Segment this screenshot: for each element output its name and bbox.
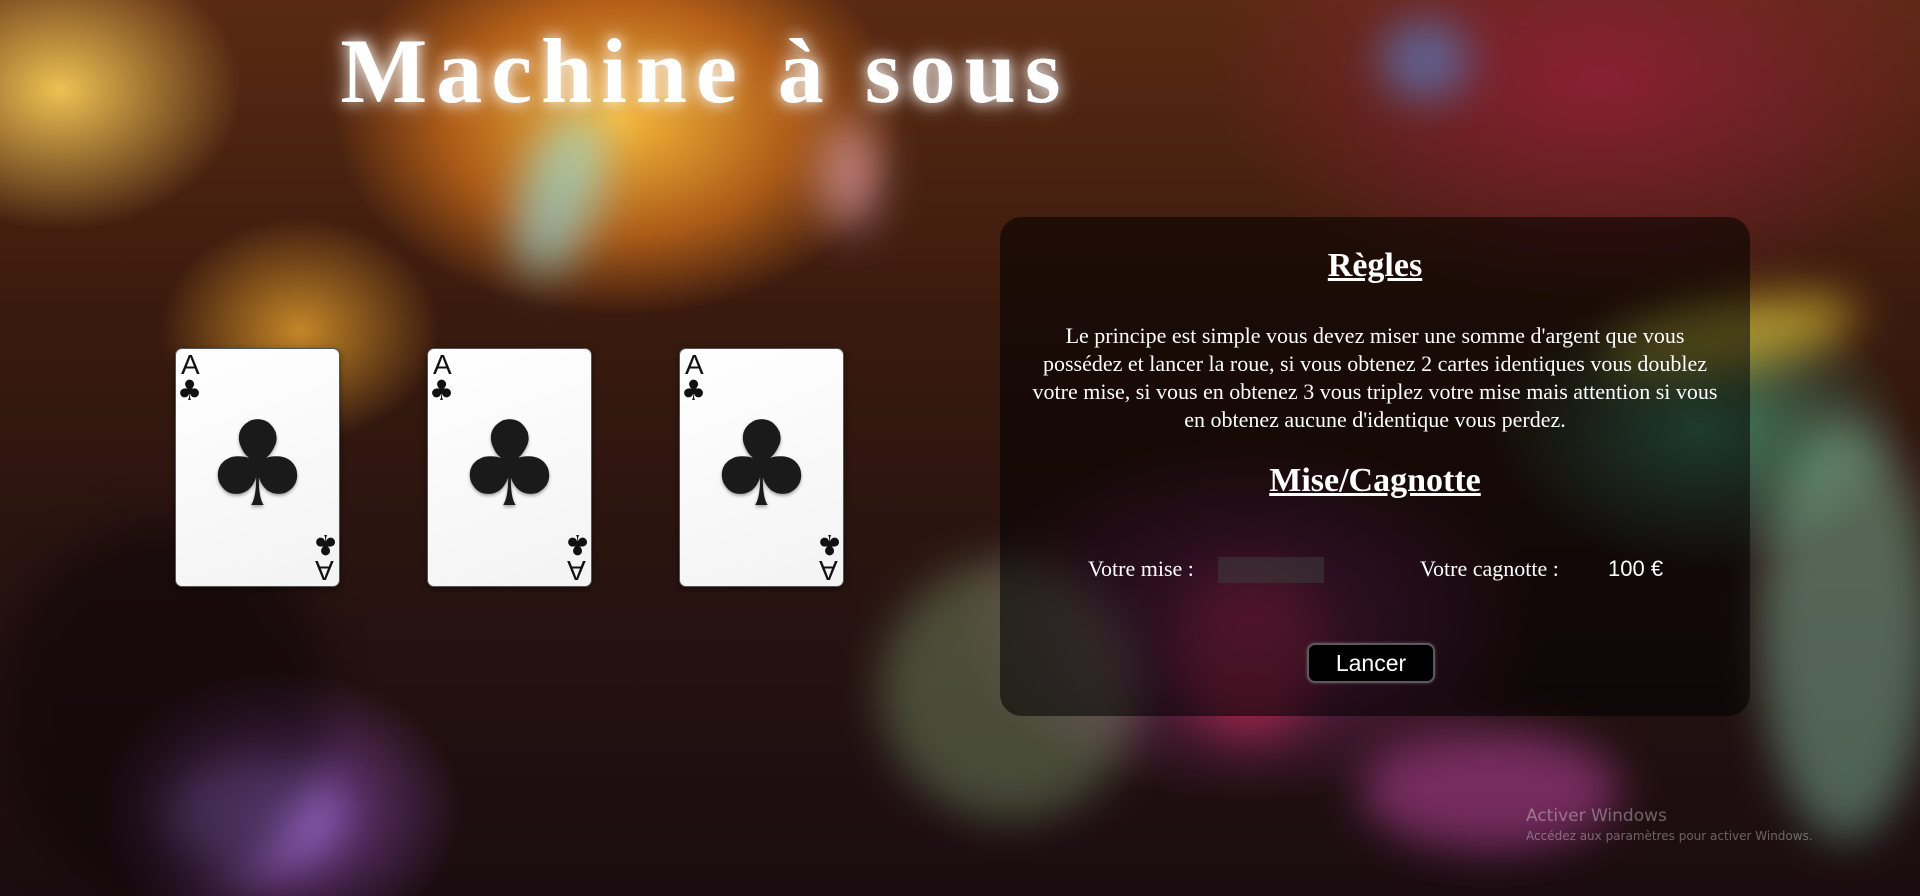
club-icon: ♣ <box>204 395 311 533</box>
reel-card-2: A ♣ ♣ ♣ A <box>427 348 592 587</box>
rules-title: Règles <box>1327 247 1423 284</box>
reels: A ♣ ♣ ♣ A A ♣ ♣ ♣ A A ♣ ♣ ♣ A <box>175 348 844 587</box>
bet-input[interactable] <box>1218 557 1324 583</box>
reel-card-3: A ♣ ♣ ♣ A <box>679 348 844 587</box>
bet-label: Votre mise : <box>1088 556 1194 581</box>
rules-panel: Règles Le principe est simple vous devez… <box>1000 217 1750 716</box>
watermark-subtitle: Accédez aux paramètres pour activer Wind… <box>1526 829 1813 843</box>
jackpot-label: Votre cagnotte : <box>1420 556 1559 581</box>
club-icon: ♣ <box>708 395 815 533</box>
card-rank: A <box>315 555 334 586</box>
bet-section-title: Mise/Cagnotte <box>1269 462 1481 499</box>
club-icon: ♣ <box>816 528 842 561</box>
club-icon: ♣ <box>312 528 338 561</box>
card-rank: A <box>567 555 586 586</box>
jackpot-value: 100 € <box>1608 556 1664 581</box>
card-rank: A <box>819 555 838 586</box>
windows-activation-watermark: Activer Windows Accédez aux paramètres p… <box>1526 805 1813 845</box>
watermark-title: Activer Windows <box>1526 806 1667 826</box>
club-icon: ♣ <box>564 528 590 561</box>
spin-button[interactable]: Lancer <box>1307 643 1435 683</box>
page-title: Machine à sous <box>340 20 1070 122</box>
reel-card-1: A ♣ ♣ ♣ A <box>175 348 340 587</box>
rules-text: Le principe est simple vous devez miser … <box>1032 323 1718 432</box>
club-icon: ♣ <box>456 395 563 533</box>
